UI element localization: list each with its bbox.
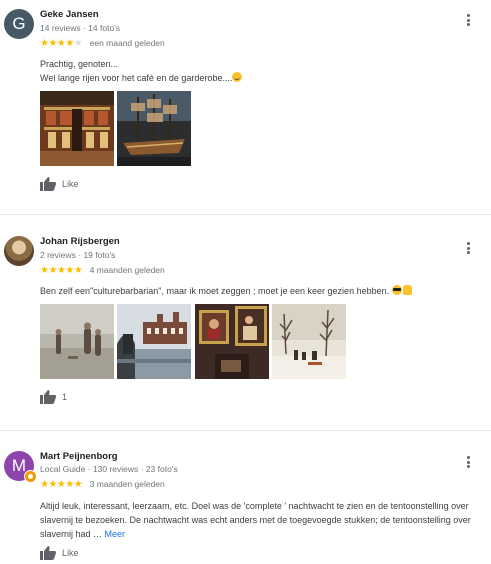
like-button[interactable]: 1 [40,390,80,404]
like-label: Like [62,548,79,558]
review-photo[interactable] [117,91,191,166]
review-card: G Geke Jansen 14 reviews · 14 foto's ★★★… [0,0,491,214]
star-icon: ★★★★★ [40,265,83,276]
reviewer-name[interactable]: Mart Peijnenborg [40,451,118,462]
star-icon: ★ [73,38,83,49]
review-date: 4 maanden geleden [89,265,165,275]
review-photo[interactable] [195,304,269,379]
review-photo[interactable] [40,91,114,166]
review-text-line: Wel lange rijen voor het café en de gard… [40,71,480,85]
review-text: Altijd leuk, interessant, leerzaam, etc.… [40,501,471,539]
review-date: 3 maanden geleden [89,479,165,489]
like-count: 1 [62,392,68,402]
like-button[interactable]: Like [40,546,100,560]
avatar[interactable]: M [4,451,37,483]
reviewer-stats[interactable]: 14 reviews · 14 foto's [40,23,120,33]
review-date: een maand geleden [89,38,165,48]
star-icon: ★★★★ [40,38,74,49]
avatar[interactable] [4,236,34,266]
review-text: Ben zelf een"culturebarbarian", maar ik … [40,284,480,298]
cool-emoji-icon [391,285,402,295]
reviewer-stats[interactable]: 2 reviews · 19 foto's [40,250,115,260]
review-card: Johan Rijsbergen 2 reviews · 19 foto's ★… [0,215,491,430]
thumbs-up-icon [40,546,56,560]
review-text-line: Prachtig, genoten... [40,59,119,69]
review-photos [40,91,192,166]
more-vert-icon[interactable] [464,14,472,28]
like-label: Like [62,179,79,189]
star-rating: ★★★★★ 3 maanden geleden [40,479,165,490]
review-photo[interactable] [40,304,114,379]
grimace-emoji-icon [232,72,243,82]
star-icon: ★★★★★ [40,479,83,490]
more-vert-icon[interactable] [464,242,472,256]
review-photo[interactable] [272,304,346,379]
reviewer-stats[interactable]: Local Guide · 130 reviews · 23 foto's [40,464,178,474]
reviewer-name[interactable]: Johan Rijsbergen [40,236,120,247]
review-photos [40,304,350,379]
thumbs-up-icon [40,177,56,191]
thumbs-up-icon [40,390,56,404]
review-text: Prachtig, genoten... Wel lange rijen voo… [40,57,480,85]
star-rating: ★★★★★ 4 maanden geleden [40,265,165,276]
read-more-link[interactable]: Meer [105,529,126,539]
more-vert-icon[interactable] [464,456,472,470]
review-card: M Mart Peijnenborg Local Guide · 130 rev… [0,431,491,564]
like-button[interactable]: Like [40,177,100,191]
thumbs-up-emoji-icon [402,285,412,295]
local-guide-badge-icon [24,470,37,483]
star-rating: ★★★★★ een maand geleden [40,38,165,49]
avatar[interactable]: G [4,9,34,39]
reviewer-name[interactable]: Geke Jansen [40,9,99,20]
review-photo[interactable] [117,304,191,379]
